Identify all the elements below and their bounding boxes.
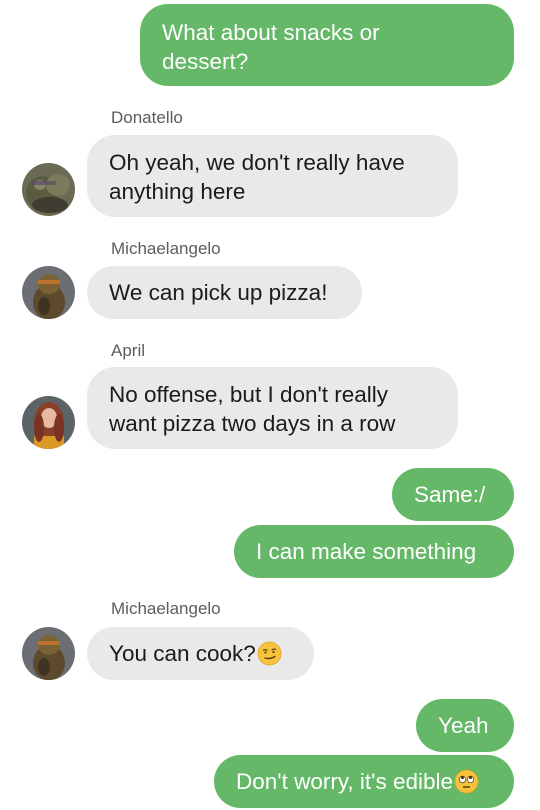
message-text: I can make something [256,539,477,564]
sender-name: Michaelangelo [111,239,221,258]
incoming-message-bubble[interactable]: You can cook? [87,627,314,680]
outgoing-message-bubble[interactable]: What about snacks or dessert? [140,4,514,86]
outgoing-message-bubble[interactable]: Same:/ [392,468,514,521]
face-with-rolling-eyes-emoji [454,769,479,794]
outgoing-message-bubble[interactable]: I can make something [234,525,514,578]
michaelangelo-avatar[interactable] [22,266,75,319]
message-text: Oh yeah, we don't really have anything h… [109,150,405,204]
message-text: Don't worry, it's edible [236,769,454,794]
message-text: We can pick up pizza! [109,280,328,305]
incoming-message-bubble[interactable]: Oh yeah, we don't really have anything h… [87,135,458,217]
april-avatar[interactable] [22,396,75,449]
sender-name: April [111,341,146,360]
donatello-avatar[interactable] [22,163,75,216]
incoming-message-bubble[interactable]: We can pick up pizza! [87,266,362,319]
sender-name: Donatello [111,108,183,127]
outgoing-message-bubble[interactable]: Don't worry, it's edible [214,755,514,808]
smirking-face-emoji [257,641,282,666]
michaelangelo-avatar[interactable] [22,627,75,680]
sender-name: Michaelangelo [111,599,221,618]
message-text: Yeah [438,713,489,738]
message-text: What about snacks or dessert? [162,20,380,74]
message-text: Same:/ [414,482,486,507]
outgoing-message-bubble[interactable]: Yeah [416,699,514,752]
incoming-message-bubble[interactable]: No offense, but I don't really want pizz… [87,367,458,449]
message-text: No offense, but I don't really want pizz… [109,382,396,436]
message-text: You can cook? [109,641,256,666]
